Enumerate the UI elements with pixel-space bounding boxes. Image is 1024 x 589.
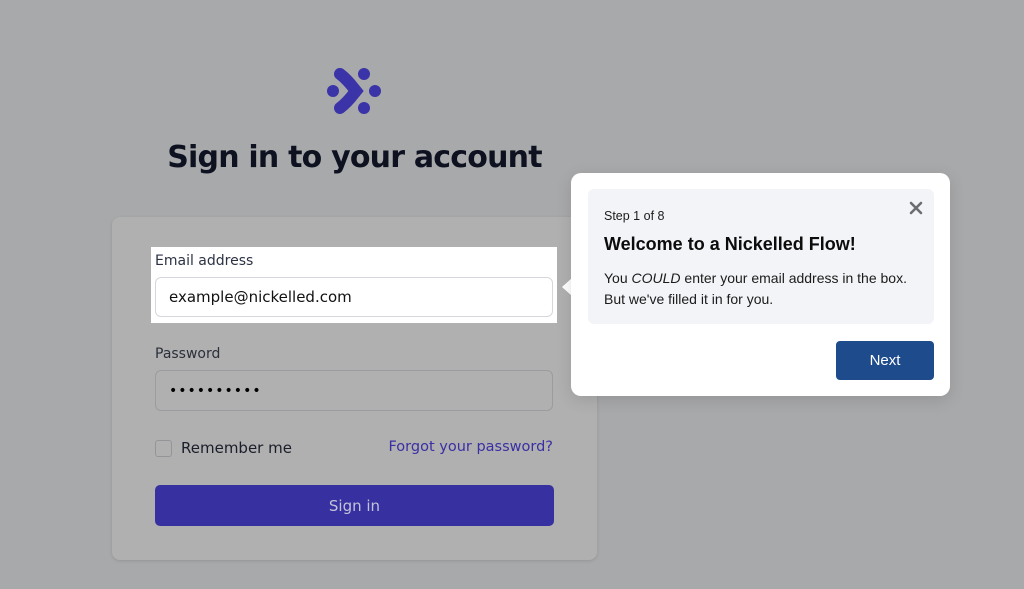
- close-icon: [909, 201, 923, 215]
- remember-me-checkbox[interactable]: [155, 440, 172, 457]
- step-indicator: Step 1 of 8: [604, 209, 665, 223]
- tooltip-body-prefix: You: [604, 270, 632, 286]
- tooltip-title: Welcome to a Nickelled Flow!: [604, 234, 856, 254]
- password-label: Password: [155, 346, 221, 362]
- close-button[interactable]: [905, 197, 927, 219]
- page-title: Sign in to your account: [167, 140, 542, 175]
- tooltip-body: You COULD enter your email address in th…: [604, 268, 924, 310]
- next-button[interactable]: Next: [836, 341, 934, 380]
- nickelled-logo-icon: [327, 68, 381, 114]
- remember-me-label: Remember me: [181, 439, 292, 457]
- tooltip-body-emphasis: COULD: [631, 270, 681, 286]
- password-input[interactable]: [155, 370, 553, 411]
- forgot-password-link[interactable]: Forgot your password?: [381, 439, 553, 455]
- email-input[interactable]: [155, 277, 553, 317]
- tooltip-content: Step 1 of 8 Welcome to a Nickelled Flow!…: [588, 189, 934, 324]
- sign-in-button[interactable]: Sign in: [155, 485, 554, 526]
- tour-tooltip: Step 1 of 8 Welcome to a Nickelled Flow!…: [571, 173, 950, 396]
- email-label: Email address: [155, 253, 254, 269]
